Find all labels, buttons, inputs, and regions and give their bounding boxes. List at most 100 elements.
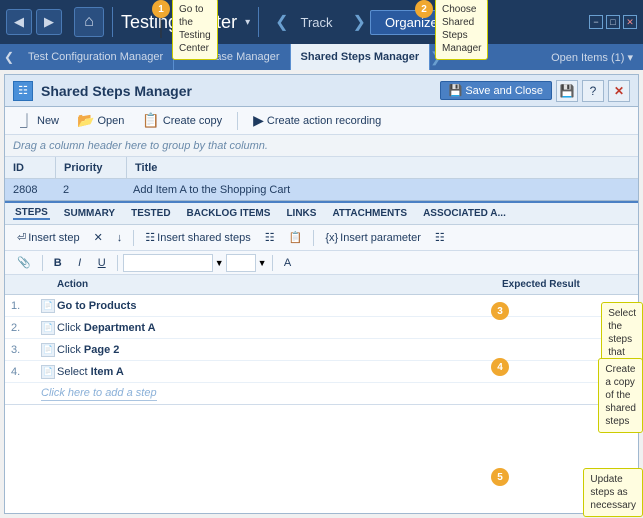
save-icon: 💾 xyxy=(449,84,463,97)
move-up-button[interactable]: ✕ xyxy=(88,228,109,247)
tab-tested[interactable]: TESTED xyxy=(129,208,172,219)
param-icon: {x} xyxy=(325,232,338,244)
font-family-input[interactable] xyxy=(123,254,213,272)
tab-test-config[interactable]: Test Configuration Manager xyxy=(18,44,174,70)
window-titlebar: ☷ Shared Steps Manager 💾 Save and Close … xyxy=(5,75,638,107)
attach-icon-3: 📄 xyxy=(41,343,55,357)
step-attach-1: 📄 xyxy=(41,299,57,313)
tab-bar-left-chevron[interactable]: ❮ xyxy=(0,44,18,70)
steps-grid-header: Action Expected Result xyxy=(5,275,638,295)
tab-attachments[interactable]: ATTACHMENTS xyxy=(330,208,409,219)
forward-button[interactable]: ▶ xyxy=(36,9,62,35)
add-step-row[interactable]: Click here to add a step xyxy=(5,383,638,405)
move-down-button[interactable]: ↓ xyxy=(111,229,129,247)
fmt-sep0 xyxy=(42,255,43,271)
save-close-button[interactable]: 💾 Save and Close xyxy=(440,81,552,100)
dropdown-arrow-size[interactable]: ▼ xyxy=(258,258,267,268)
step-row-3[interactable]: 3. 📄 Click Page 2 xyxy=(5,339,638,361)
callout-circle-4: 4 xyxy=(491,358,509,376)
window-close-button[interactable]: ✕ xyxy=(608,80,630,102)
cell-priority: 2 xyxy=(55,184,125,196)
step-action-1: Go to Products xyxy=(57,300,502,312)
cell-id: 2808 xyxy=(5,184,55,196)
new-button[interactable]: ⏌ New xyxy=(13,108,66,134)
format-toolbar: 📎 B I U ▼ ▼ A xyxy=(5,251,638,275)
tab-backlog[interactable]: BACKLOG ITEMS xyxy=(185,208,273,219)
list-icon-button[interactable]: ☷ xyxy=(429,228,451,247)
shared-icon-btn1[interactable]: ☷ xyxy=(259,228,281,247)
callout-5: Update steps as necessary xyxy=(583,468,643,517)
step-action-3: Click Page 2 xyxy=(57,344,502,356)
home-button[interactable]: ⌂ xyxy=(74,7,104,37)
tab-summary[interactable]: SUMMARY xyxy=(62,208,117,219)
maximize-button[interactable]: □ xyxy=(606,15,620,29)
font-size-input[interactable] xyxy=(226,254,256,272)
create-recording-button[interactable]: ▶ Create action recording xyxy=(246,109,388,132)
shared-steps-icon: ☷ xyxy=(145,231,155,244)
tab-shared-steps[interactable]: Shared Steps Manager xyxy=(291,44,431,70)
cell-title: Add Item A to the Shopping Cart xyxy=(125,184,638,196)
step-attach-3: 📄 xyxy=(41,343,57,357)
tab-bar: ❮ Test Configuration Manager Test Case M… xyxy=(0,44,643,70)
open-button[interactable]: 📂 Open xyxy=(70,109,131,132)
insert-shared-steps-button[interactable]: ☷ Insert shared steps xyxy=(139,228,256,247)
steps-sep2 xyxy=(313,230,314,246)
italic-button[interactable]: I xyxy=(70,254,90,272)
fmt-sep2 xyxy=(272,255,273,271)
tab-steps[interactable]: STEPS xyxy=(13,207,50,220)
insert-parameter-button[interactable]: {x} Insert parameter xyxy=(319,229,427,247)
text-color-button[interactable]: A xyxy=(278,254,298,272)
window-title: Shared Steps Manager xyxy=(41,83,440,99)
table-row[interactable]: 2808 2 Add Item A to the Shopping Cart xyxy=(5,179,638,201)
app-dropdown[interactable]: ▾ xyxy=(245,17,250,28)
step-row-4[interactable]: 4. 📄 Select Item A xyxy=(5,361,638,383)
track-button[interactable]: Track xyxy=(293,11,341,34)
main-window: ☷ Shared Steps Manager 💾 Save and Close … xyxy=(4,74,639,514)
step-num-4: 4. xyxy=(11,366,41,378)
chevron-left-icon[interactable]: ❮ xyxy=(275,12,288,32)
callout-circle-3: 3 xyxy=(491,302,509,320)
create-copy-button[interactable]: 📋 Create copy xyxy=(135,109,229,132)
callout-4: Create a copy of the shared steps xyxy=(598,358,643,433)
attach-icon-button[interactable]: 📎 xyxy=(11,253,37,272)
tab-associated[interactable]: ASSOCIATED A... xyxy=(421,208,508,219)
col-action-header: Action xyxy=(57,279,502,290)
shared-icon2: 📋 xyxy=(289,231,303,244)
step-row-2[interactable]: 2. 📄 Click Department A xyxy=(5,317,638,339)
step-row-1[interactable]: 1. 📄 Go to Products xyxy=(5,295,638,317)
minimize-button[interactable]: − xyxy=(589,15,603,29)
underline-button[interactable]: U xyxy=(92,254,112,272)
main-toolbar: ⏌ New 📂 Open 📋 Create copy ▶ Create acti… xyxy=(5,107,638,135)
window-actions: 💾 Save and Close 💾 ? ✕ xyxy=(440,80,630,102)
close-button[interactable]: ✕ xyxy=(623,15,637,29)
callout-circle-1: 1 xyxy=(152,0,170,18)
window-icon: ☷ xyxy=(13,81,33,101)
back-button[interactable]: ◀ xyxy=(6,9,32,35)
new-icon: ⏌ xyxy=(20,111,34,131)
col-result-header: Expected Result xyxy=(502,279,632,290)
insert-step-button[interactable]: ⏎ Insert step xyxy=(11,228,86,247)
record-icon: ▶ xyxy=(253,112,264,129)
shared-icon1: ☷ xyxy=(265,231,275,244)
dropdown-arrow-font[interactable]: ▼ xyxy=(215,258,224,268)
help-button[interactable]: ? xyxy=(582,80,604,102)
step-attach-4: 📄 xyxy=(41,365,57,379)
callout-circle-2: 2 xyxy=(415,0,433,18)
group-bar: Drag a column header here to group by th… xyxy=(5,135,638,157)
col-header-title: Title xyxy=(127,162,638,174)
steps-tabs: STEPS SUMMARY TESTED BACKLOG ITEMS LINKS… xyxy=(5,201,638,225)
bold-button[interactable]: B xyxy=(48,254,68,272)
open-items-button[interactable]: Open Items (1) ▾ xyxy=(541,44,643,70)
step-num-1: 1. xyxy=(11,300,41,312)
steps-grid: 1. 📄 Go to Products 2. 📄 Click Departmen… xyxy=(5,295,638,405)
move-down-icon: ↓ xyxy=(117,232,123,244)
step-action-4: Select Item A xyxy=(57,366,502,378)
col-header-id: ID xyxy=(5,162,55,174)
save-button[interactable]: 💾 xyxy=(556,80,578,102)
nav-mid: ❯ xyxy=(353,12,366,32)
fmt-sep1 xyxy=(117,255,118,271)
chevron-right-icon[interactable]: ❯ xyxy=(353,12,366,32)
attach-icon: 📎 xyxy=(17,256,31,269)
tab-links[interactable]: LINKS xyxy=(284,208,318,219)
shared-icon-btn2[interactable]: 📋 xyxy=(283,228,309,247)
